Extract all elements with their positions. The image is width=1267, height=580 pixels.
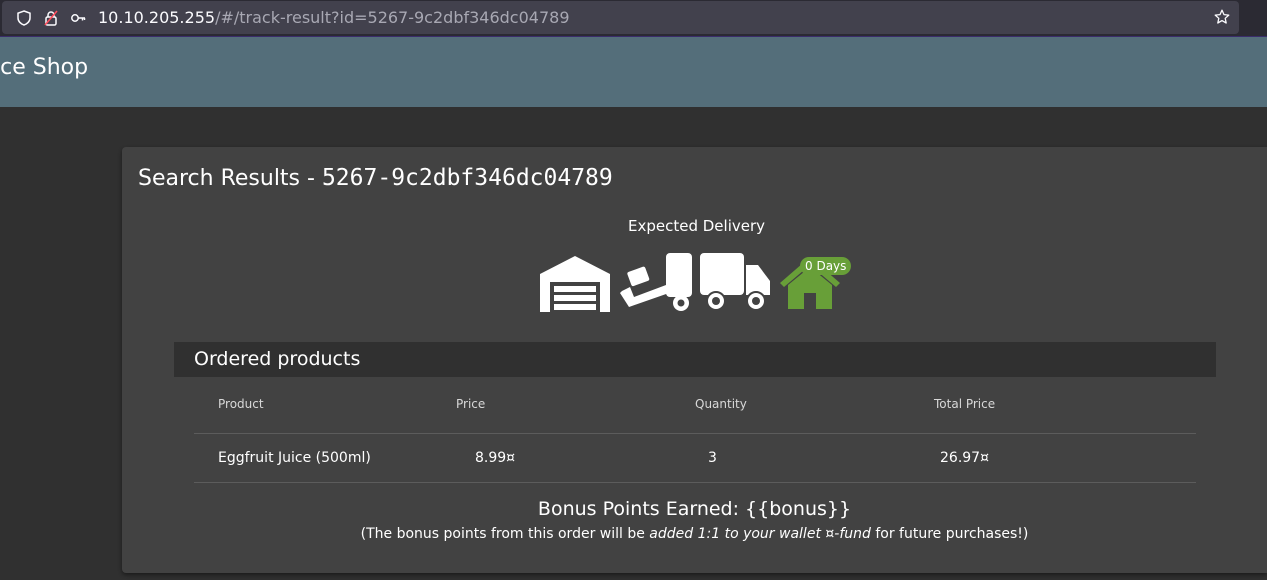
bonus-note-end: for future purchases!) [870,526,1029,542]
bonus-points-title: Bonus Points Earned: {{bonus}} [537,498,852,520]
table-divider [194,433,1196,434]
warehouse-icon [540,256,610,312]
cell-price: 8.99¤ [475,450,516,466]
url-path: /#/track-result?id=5267-9c2dbf346dc04789 [215,8,570,27]
bonus-note-start: (The bonus points from this order will b… [360,526,650,542]
column-header-quantity[interactable]: Quantity [695,397,747,411]
bonus-points-note: (The bonus points from this order will b… [122,526,1267,542]
dolly-icon [620,253,692,311]
app-toolbar: ice Shop [0,37,1267,107]
column-header-product[interactable]: Product [218,397,264,411]
page-title: Search Results - 5267-9c2dbf346dc04789 [138,165,613,191]
url-host: 10.10.205.255 [98,8,216,27]
app-title[interactable]: ice Shop [0,55,88,80]
shield-icon[interactable] [16,10,32,26]
title-prefix: Search Results - [138,166,322,191]
star-bookmark-icon[interactable] [1214,9,1230,25]
cell-product: Eggfruit Juice (500ml) [218,450,371,466]
column-header-total-price[interactable]: Total Price [934,397,995,411]
browser-address-bar: 10.10.205.255/#/track-result?id=5267-9c2… [0,0,1267,37]
url-field-container[interactable]: 10.10.205.255/#/track-result?id=5267-9c2… [2,1,1239,34]
table-divider [194,482,1196,483]
key-icon[interactable] [70,10,86,26]
cell-quantity: 3 [708,450,717,466]
track-result-card: Search Results - 5267-9c2dbf346dc04789 E… [122,147,1267,573]
cell-total-price: 26.97¤ [940,450,989,466]
lock-warning-icon[interactable] [43,10,59,26]
expected-delivery-label: Expected Delivery [628,217,766,235]
order-id: 5267-9c2dbf346dc04789 [321,165,613,191]
bonus-note-emphasis: added 1:1 to your wallet ¤-fund [649,526,871,542]
column-header-price[interactable]: Price [456,397,485,411]
ordered-products-title: Ordered products [194,348,361,370]
days-badge: 0 Days [800,257,852,275]
url-text[interactable]: 10.10.205.255/#/track-result?id=5267-9c2… [98,8,570,28]
truck-icon [700,253,770,311]
ordered-products-header: Ordered products [174,342,1216,377]
